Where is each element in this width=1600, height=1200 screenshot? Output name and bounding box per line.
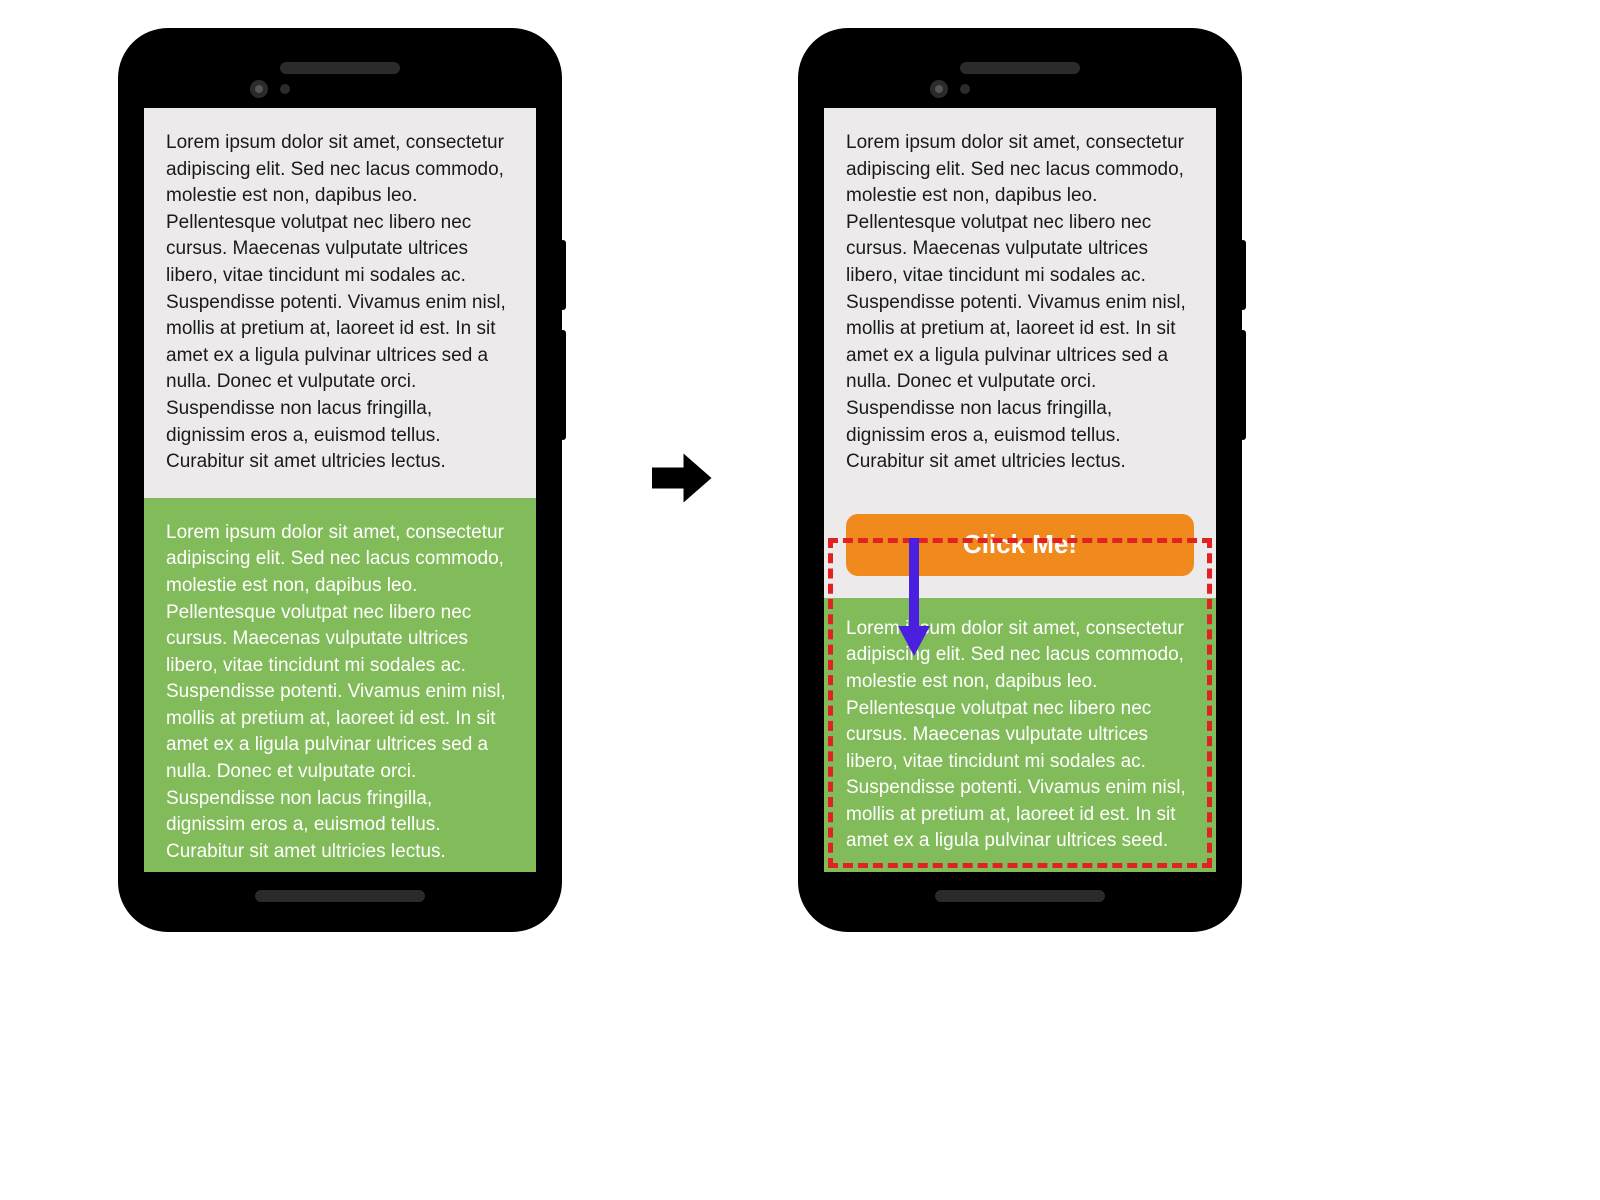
transition-arrow — [635, 443, 725, 518]
paragraph-bottom: Lorem ipsum dolor sit amet, consectetur … — [824, 598, 1216, 872]
phone-after: Lorem ipsum dolor sit amet, consectetur … — [800, 30, 1240, 930]
phone-screen: Lorem ipsum dolor sit amet, consectetur … — [144, 108, 536, 872]
right-arrow-icon — [645, 443, 715, 518]
phone-side-button — [1240, 330, 1246, 440]
paragraph-top: Lorem ipsum dolor sit amet, consectetur … — [824, 108, 1216, 498]
phone-earpiece — [280, 62, 400, 74]
phone-side-button — [560, 330, 566, 440]
phone-before: Lorem ipsum dolor sit amet, consectetur … — [120, 30, 560, 930]
phone-camera-icon — [930, 80, 948, 98]
phone-home-bar — [935, 890, 1105, 902]
phone-home-bar — [255, 890, 425, 902]
phone-earpiece — [960, 62, 1080, 74]
diagram-stage: Lorem ipsum dolor sit amet, consectetur … — [120, 30, 1240, 930]
phone-screen: Lorem ipsum dolor sit amet, consectetur … — [824, 108, 1216, 872]
injected-button-area: Click Me! — [824, 498, 1216, 598]
phone-side-button — [1240, 240, 1246, 310]
paragraph-top: Lorem ipsum dolor sit amet, consectetur … — [144, 108, 536, 498]
paragraph-bottom: Lorem ipsum dolor sit amet, consectetur … — [144, 498, 536, 872]
phone-camera-icon — [250, 80, 268, 98]
phone-side-button — [560, 240, 566, 310]
phone-sensor-icon — [280, 84, 290, 94]
click-me-button[interactable]: Click Me! — [846, 514, 1194, 576]
phone-sensor-icon — [960, 84, 970, 94]
